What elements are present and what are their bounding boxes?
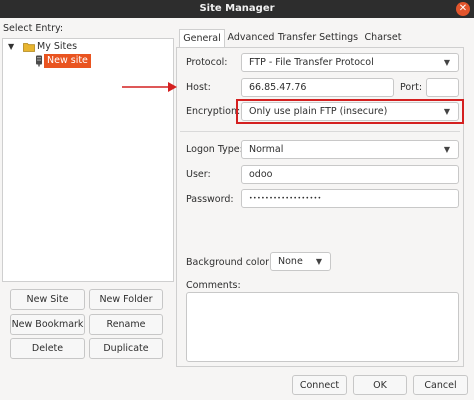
dropdown-arrow-icon: ▼ <box>443 107 450 116</box>
tree-site-item[interactable]: New site <box>44 54 91 68</box>
rename-button[interactable]: Rename <box>89 314 163 335</box>
comments-label: Comments: <box>186 280 241 291</box>
dropdown-arrow-icon: ▼ <box>315 257 322 266</box>
delete-button[interactable]: Delete <box>10 338 85 359</box>
tab-advanced[interactable]: Advanced <box>227 29 275 47</box>
logon-type-select[interactable]: Normal ▼ <box>241 140 459 159</box>
password-label: Password: <box>186 194 234 205</box>
new-bookmark-button[interactable]: New Bookmark <box>10 314 85 335</box>
select-entry-label: Select Entry: <box>3 23 64 34</box>
dropdown-arrow-icon: ▼ <box>443 58 450 67</box>
new-folder-button[interactable]: New Folder <box>89 289 163 310</box>
close-icon[interactable]: ✕ <box>456 2 470 16</box>
annotation-arrow-icon <box>122 82 177 92</box>
ok-button[interactable]: OK <box>353 375 407 395</box>
comments-textarea[interactable] <box>186 292 459 362</box>
dropdown-arrow-icon: ▼ <box>443 145 450 154</box>
protocol-label: Protocol: <box>186 57 228 68</box>
site-tree[interactable]: ▼ My Sites New site <box>2 38 174 282</box>
password-input[interactable]: •••••••••••••••••• <box>241 189 459 208</box>
background-color-label: Background color: <box>186 257 273 268</box>
host-label: Host: <box>186 82 211 93</box>
expand-arrow-icon[interactable]: ▼ <box>8 42 14 51</box>
background-color-value: None <box>278 256 303 267</box>
tab-charset[interactable]: Charset <box>361 29 405 47</box>
tree-folder-label[interactable]: My Sites <box>37 41 77 52</box>
connect-button[interactable]: Connect <box>292 375 347 395</box>
protocol-value: FTP - File Transfer Protocol <box>249 57 374 68</box>
encryption-value: Only use plain FTP (insecure) <box>249 106 388 117</box>
title-bar: Site Manager ✕ <box>0 0 474 18</box>
window-title: Site Manager <box>199 3 275 14</box>
background-color-select[interactable]: None ▼ <box>270 252 331 271</box>
logon-type-label: Logon Type: <box>186 144 243 155</box>
tab-transfer-settings[interactable]: Transfer Settings <box>277 29 359 47</box>
host-input[interactable]: 66.85.47.76 <box>241 78 394 97</box>
user-input[interactable]: odoo <box>241 165 459 184</box>
port-input[interactable] <box>426 78 459 97</box>
logon-type-value: Normal <box>249 144 284 155</box>
encryption-label: Encryption: <box>186 106 241 117</box>
divider <box>180 131 460 132</box>
duplicate-button[interactable]: Duplicate <box>89 338 163 359</box>
protocol-select[interactable]: FTP - File Transfer Protocol ▼ <box>241 53 459 72</box>
user-label: User: <box>186 169 211 180</box>
encryption-select[interactable]: Only use plain FTP (insecure) ▼ <box>241 102 459 121</box>
cancel-button[interactable]: Cancel <box>413 375 468 395</box>
port-label: Port: <box>400 82 423 93</box>
folder-icon <box>23 43 35 52</box>
server-icon <box>36 55 42 67</box>
tab-general[interactable]: General <box>179 29 225 48</box>
new-site-button[interactable]: New Site <box>10 289 85 310</box>
